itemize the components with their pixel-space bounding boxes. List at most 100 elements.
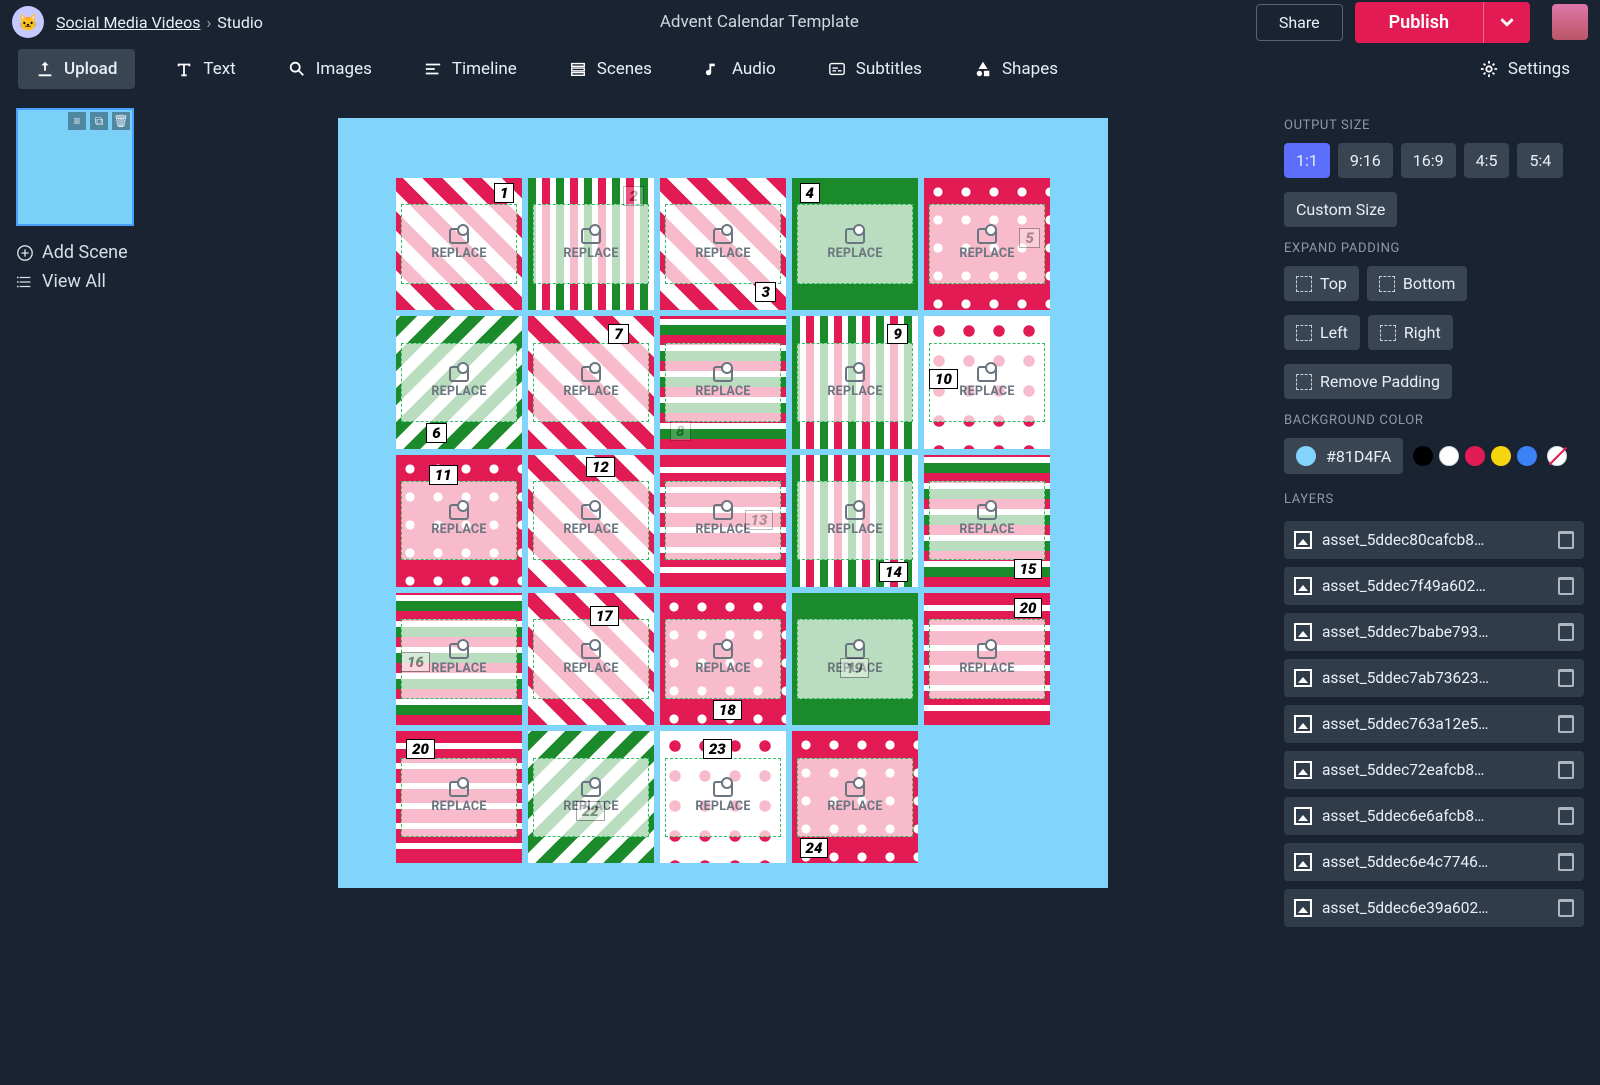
calendar-cell[interactable]: REPLACE5 bbox=[924, 178, 1050, 310]
replace-slot[interactable]: REPLACE bbox=[929, 619, 1045, 698]
calendar-cell[interactable]: REPLACE15 bbox=[924, 455, 1050, 587]
calendar-cell[interactable]: REPLACE20 bbox=[924, 593, 1050, 725]
delete-icon[interactable]: 🗑 bbox=[112, 112, 130, 130]
custom-size-button[interactable]: Custom Size bbox=[1284, 192, 1397, 227]
share-button[interactable]: Share bbox=[1256, 4, 1343, 41]
layer-delete-button[interactable] bbox=[1558, 669, 1574, 687]
layer-delete-button[interactable] bbox=[1558, 899, 1574, 917]
audio-button[interactable]: Audio bbox=[692, 51, 788, 87]
replace-slot[interactable]: REPLACE bbox=[665, 758, 781, 837]
pad-right-button[interactable]: Right bbox=[1368, 315, 1453, 350]
calendar-cell[interactable]: REPLACE14 bbox=[792, 455, 918, 587]
subtitles-button[interactable]: Subtitles bbox=[816, 51, 934, 87]
layer-delete-button[interactable] bbox=[1558, 761, 1574, 779]
pad-bottom-button[interactable]: Bottom bbox=[1367, 266, 1468, 301]
layer-delete-button[interactable] bbox=[1558, 531, 1574, 549]
scene-thumbnail[interactable]: ≡ ⧉ 🗑 bbox=[16, 108, 134, 226]
replace-slot[interactable]: REPLACE bbox=[401, 343, 517, 422]
canvas[interactable]: REPLACE1REPLACE2REPLACE3REPLACE4REPLACE5… bbox=[338, 118, 1108, 888]
replace-slot[interactable]: REPLACE bbox=[797, 343, 913, 422]
calendar-cell[interactable]: REPLACE23 bbox=[660, 731, 786, 863]
calendar-cell[interactable]: REPLACE2 bbox=[528, 178, 654, 310]
layer-row[interactable]: asset_5ddec6e6afcb8… bbox=[1284, 797, 1584, 835]
replace-slot[interactable]: REPLACE bbox=[665, 343, 781, 422]
duplicate-icon[interactable]: ⧉ bbox=[90, 112, 108, 130]
pad-left-button[interactable]: Left bbox=[1284, 315, 1360, 350]
scenes-button[interactable]: Scenes bbox=[557, 51, 664, 87]
calendar-cell[interactable]: REPLACE4 bbox=[792, 178, 918, 310]
layer-row[interactable]: asset_5ddec763a12e5… bbox=[1284, 705, 1584, 743]
replace-slot[interactable]: REPLACE bbox=[401, 758, 517, 837]
swatch[interactable] bbox=[1491, 446, 1511, 466]
calendar-cell[interactable]: REPLACE3 bbox=[660, 178, 786, 310]
replace-slot[interactable]: REPLACE bbox=[533, 481, 649, 560]
layer-row[interactable]: asset_5ddec7f49a602… bbox=[1284, 567, 1584, 605]
add-scene-button[interactable]: Add Scene bbox=[16, 242, 170, 263]
ratio-1-1[interactable]: 1:1 bbox=[1284, 143, 1330, 178]
calendar-cell[interactable]: REPLACE10 bbox=[924, 316, 1050, 448]
layer-row[interactable]: asset_5ddec6e4c7746… bbox=[1284, 843, 1584, 881]
replace-slot[interactable]: REPLACE bbox=[665, 619, 781, 698]
no-color-swatch[interactable] bbox=[1547, 446, 1567, 466]
publish-button[interactable]: Publish bbox=[1355, 2, 1483, 43]
calendar-cell[interactable]: REPLACE13 bbox=[660, 455, 786, 587]
shapes-button[interactable]: Shapes bbox=[962, 51, 1070, 87]
calendar-cell[interactable]: REPLACE16 bbox=[396, 593, 522, 725]
calendar-cell[interactable]: REPLACE1 bbox=[396, 178, 522, 310]
reorder-icon[interactable]: ≡ bbox=[68, 112, 86, 130]
swatch[interactable] bbox=[1517, 446, 1537, 466]
ratio-16-9[interactable]: 16:9 bbox=[1401, 143, 1456, 178]
user-avatar[interactable] bbox=[1552, 4, 1588, 40]
swatch[interactable] bbox=[1439, 446, 1459, 466]
replace-slot[interactable]: REPLACE bbox=[929, 481, 1045, 560]
settings-button[interactable]: Settings bbox=[1468, 51, 1582, 87]
layer-row[interactable]: asset_5ddec7ab73623… bbox=[1284, 659, 1584, 697]
layer-delete-button[interactable] bbox=[1558, 807, 1574, 825]
replace-slot[interactable]: REPLACE bbox=[533, 204, 649, 283]
layer-row[interactable]: asset_5ddec6e39a602… bbox=[1284, 889, 1584, 927]
ratio-5-4[interactable]: 5:4 bbox=[1517, 143, 1563, 178]
swatch[interactable] bbox=[1413, 446, 1433, 466]
publish-dropdown[interactable] bbox=[1483, 2, 1530, 43]
layer-delete-button[interactable] bbox=[1558, 853, 1574, 871]
replace-slot[interactable]: REPLACE bbox=[533, 619, 649, 698]
layer-row[interactable]: asset_5ddec80cafcb8… bbox=[1284, 521, 1584, 559]
calendar-cell[interactable]: REPLACE24 bbox=[792, 731, 918, 863]
calendar-cell[interactable]: REPLACE20 bbox=[396, 731, 522, 863]
view-all-button[interactable]: View All bbox=[16, 271, 170, 292]
replace-slot[interactable]: REPLACE bbox=[665, 204, 781, 283]
calendar-cell[interactable]: REPLACE17 bbox=[528, 593, 654, 725]
project-title[interactable]: Advent Calendar Template bbox=[275, 12, 1244, 32]
ratio-4-5[interactable]: 4:5 bbox=[1464, 143, 1510, 178]
layer-delete-button[interactable] bbox=[1558, 715, 1574, 733]
replace-slot[interactable]: REPLACE bbox=[797, 758, 913, 837]
layer-row[interactable]: asset_5ddec72eafcb8… bbox=[1284, 751, 1584, 789]
images-button[interactable]: Images bbox=[276, 51, 384, 87]
replace-slot[interactable]: REPLACE bbox=[533, 758, 649, 837]
swatch[interactable] bbox=[1465, 446, 1485, 466]
calendar-cell[interactable]: REPLACE9 bbox=[792, 316, 918, 448]
text-button[interactable]: Text bbox=[163, 51, 247, 87]
calendar-cell[interactable]: REPLACE7 bbox=[528, 316, 654, 448]
pad-top-button[interactable]: Top bbox=[1284, 266, 1359, 301]
replace-slot[interactable]: REPLACE bbox=[797, 204, 913, 283]
ratio-9-16[interactable]: 9:16 bbox=[1338, 143, 1393, 178]
upload-button[interactable]: Upload bbox=[18, 49, 135, 89]
calendar-cell[interactable]: REPLACE11 bbox=[396, 455, 522, 587]
replace-slot[interactable]: REPLACE bbox=[797, 481, 913, 560]
app-logo[interactable]: 🐱 bbox=[12, 6, 44, 38]
calendar-cell[interactable]: REPLACE12 bbox=[528, 455, 654, 587]
timeline-button[interactable]: Timeline bbox=[412, 51, 529, 87]
replace-slot[interactable]: REPLACE bbox=[401, 481, 517, 560]
calendar-cell[interactable]: REPLACE22 bbox=[528, 731, 654, 863]
remove-padding-button[interactable]: Remove Padding bbox=[1284, 364, 1452, 399]
replace-slot[interactable]: REPLACE bbox=[533, 343, 649, 422]
calendar-cell[interactable]: REPLACE19 bbox=[792, 593, 918, 725]
calendar-cell[interactable]: REPLACE18 bbox=[660, 593, 786, 725]
layer-delete-button[interactable] bbox=[1558, 577, 1574, 595]
breadcrumb-workspace[interactable]: Social Media Videos bbox=[56, 13, 200, 32]
replace-slot[interactable]: REPLACE bbox=[401, 204, 517, 283]
layer-row[interactable]: asset_5ddec7babe793… bbox=[1284, 613, 1584, 651]
calendar-cell[interactable]: REPLACE6 bbox=[396, 316, 522, 448]
calendar-cell[interactable]: REPLACE8 bbox=[660, 316, 786, 448]
